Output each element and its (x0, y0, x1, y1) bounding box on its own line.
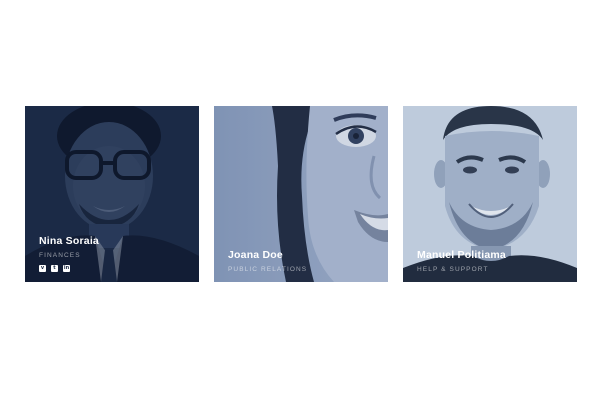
twitter-icon[interactable]: t (51, 265, 58, 272)
vk-icon[interactable]: v (39, 265, 46, 272)
member-name: Joana Doe (228, 249, 283, 261)
member-info: Nina Soraia Finances v t in (39, 235, 191, 272)
team-card-manuel-politiama[interactable]: Manuel Politiama Help & Support (403, 106, 577, 282)
linkedin-icon[interactable]: in (63, 265, 70, 272)
member-name: Nina Soraia (39, 235, 99, 247)
member-role: Help & Support (417, 266, 489, 273)
social-links: v t in (39, 265, 191, 272)
member-name: Manuel Politiama (417, 249, 506, 261)
team-grid: Nina Soraia Finances v t in (25, 106, 577, 282)
team-card-nina-soraia[interactable]: Nina Soraia Finances v t in (25, 106, 199, 282)
member-info: Manuel Politiama Help & Support (417, 249, 569, 273)
team-card-joana-doe[interactable]: Joana Doe Public Relations (214, 106, 388, 282)
member-role: Public Relations (228, 266, 308, 273)
member-role: Finances (39, 252, 81, 259)
member-info: Joana Doe Public Relations (228, 249, 380, 273)
